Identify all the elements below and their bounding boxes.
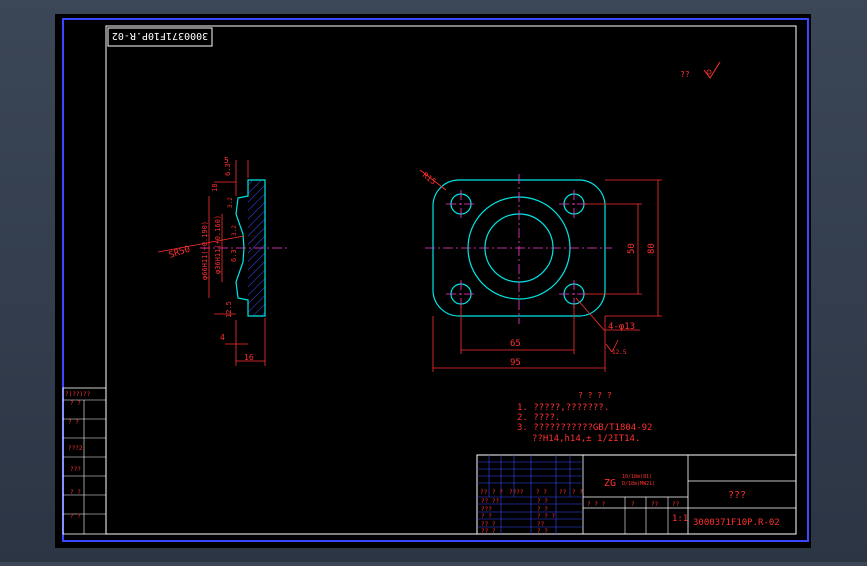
left-label-5: ? ? — [70, 489, 81, 496]
dim-65: 65 — [510, 339, 521, 349]
roughness-125: 12.5 — [225, 301, 233, 318]
cad-viewport[interactable]: 3000371F10P.R-02 ?? 5 6.3 18 φ66H11(+0.1… — [0, 0, 867, 562]
scale-row-0: ? ? ? — [587, 501, 605, 508]
left-label-4: ??? — [70, 466, 81, 473]
grid-r2-2: ? ? ? — [537, 513, 555, 520]
roughness-note-text: ?? — [680, 70, 690, 79]
dim-4: 4 — [220, 333, 225, 342]
part-name: ??? — [728, 490, 746, 501]
roughness-63b: 6.3 — [230, 249, 238, 262]
grid-r2-1: ? ? — [537, 506, 548, 513]
roughness-125b: 12.5 — [612, 349, 627, 356]
grid-r1-2: ???? — [509, 489, 524, 496]
scale-row-2: ?? — [651, 501, 659, 508]
grid-r1-0: ?? — [480, 489, 488, 496]
tb-row-1: ??? — [481, 506, 492, 513]
left-label-6: ? ? — [70, 513, 81, 520]
left-label-0: ?(??)?? — [65, 391, 91, 398]
small-dim-1: 3.2 — [231, 225, 238, 236]
grid-r2-0: ? ? — [537, 498, 548, 505]
left-label-1: ? ? — [70, 400, 81, 407]
dim-holes: 4-φ13 — [608, 322, 635, 332]
scale-row-3: ?? — [672, 501, 680, 508]
grid-r1-5: ? ? — [572, 489, 583, 496]
material-sub2: D/18m(MW21) — [622, 481, 655, 487]
drawing-number: 3000371F10P.R-02 — [693, 518, 780, 528]
dim-18: 18 — [211, 184, 219, 192]
material-sub1: 10/18m(81) — [622, 474, 652, 480]
grid-r1-3: ? ? — [536, 489, 547, 496]
grid-r2-3: ?? — [537, 521, 545, 528]
notes-line3: 3. ???????????GB/T1804-92 — [517, 423, 652, 433]
tb-row-0: ?? ?? — [481, 498, 499, 505]
grid-r1-4: ?? — [559, 489, 567, 496]
left-label-2: ? ? — [68, 419, 79, 426]
notes-line4: ??H14,h14,± 1/2IT14. — [532, 434, 640, 444]
tb-row-2: ? ? — [481, 513, 492, 520]
notes-line1: 1. ?????,???????. — [517, 403, 609, 413]
roughness-63a: 6.3 — [224, 163, 232, 176]
mirrored-drawing-number: 3000371F10P.R-02 — [112, 30, 208, 41]
dim-16: 16 — [244, 353, 254, 362]
material-text: ZG — [604, 478, 616, 489]
grid-r1-1: ? ? — [492, 489, 503, 496]
dim-80: 80 — [647, 243, 657, 254]
left-label-3: ???2 — [68, 445, 83, 452]
notes-title: ? ? ? ? — [578, 391, 612, 400]
scale-value: 1:1 — [672, 514, 688, 524]
tb-row-4: ?? ? — [481, 528, 496, 535]
notes-line2: 2. ????. — [517, 413, 560, 423]
dim-dia36: φ36H11(+0.160) — [214, 215, 222, 274]
small-dim-2: 3.2 — [227, 197, 234, 208]
dim-50: 50 — [627, 243, 637, 254]
tb-row-3: ?? ? — [481, 521, 496, 528]
dim-95: 95 — [510, 358, 521, 368]
scale-row-1: ? — [631, 501, 635, 508]
dim-dia66: φ66H11(+0.190) — [201, 221, 209, 280]
grid-r2-4: ? ? — [537, 528, 548, 535]
cad-drawing: 3000371F10P.R-02 ?? 5 6.3 18 φ66H11(+0.1… — [55, 14, 811, 548]
